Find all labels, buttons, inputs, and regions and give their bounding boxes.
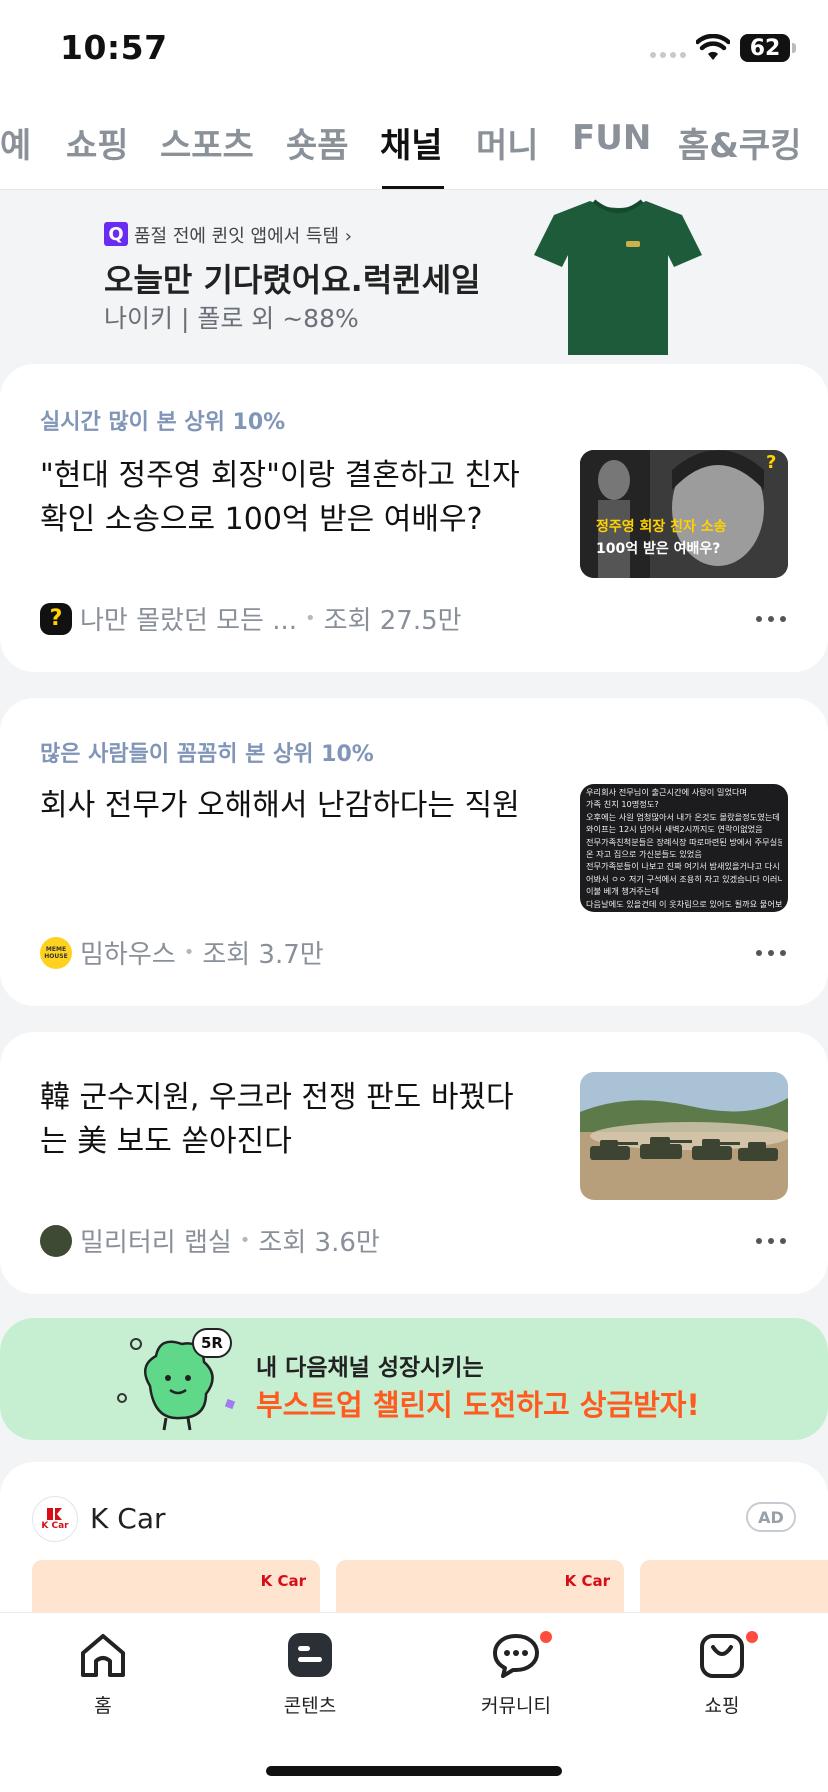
kcar-tile-logo: K Car: [564, 1572, 610, 1590]
nav-label: 홈: [94, 1695, 112, 1717]
tab-shortform[interactable]: 숏폼: [286, 118, 349, 167]
card-meta: ? 나만 몰랐던 모든 ... • 조회 27.5만: [40, 600, 462, 637]
channel-name[interactable]: 밈하우스: [80, 934, 176, 971]
home-icon: [81, 1634, 125, 1677]
battery-level: 62: [749, 35, 781, 61]
nav-label: 쇼핑: [704, 1695, 740, 1717]
card-thumbnail[interactable]: 우리회사 전무님이 출근시간에 사랑이 밀었다며 가족 친지 10명정도? 오후…: [580, 784, 788, 912]
channel-name[interactable]: 밀리터리 랩실: [80, 1222, 232, 1259]
more-options-icon[interactable]: [756, 616, 786, 622]
card-tag: 실시간 많이 본 상위 10%: [40, 410, 286, 435]
queenit-logo: Q: [104, 222, 128, 246]
view-count: 조회 3.7만: [202, 940, 324, 970]
thumbnail-tanks-image: [580, 1072, 788, 1200]
tab-partial-left[interactable]: 예: [0, 118, 31, 167]
separator-dot: •: [183, 942, 195, 963]
more-options-icon[interactable]: [756, 1238, 786, 1244]
view-count: 조회 27.5만: [323, 606, 462, 636]
card-title[interactable]: "현대 정주영 회장"이랑 결혼하고 친자 확인 소송으로 100억 받은 여배…: [40, 454, 540, 542]
tab-home-cooking[interactable]: 홈&쿠킹: [678, 118, 802, 167]
battery-icon: 62: [740, 34, 796, 62]
card-title[interactable]: 회사 전무가 오해해서 난감하다는 직원: [40, 784, 540, 828]
promo-line-1: 내 다음채널 성장시키는: [256, 1355, 484, 1381]
banner-title: 오늘만 기다렸어요.럭퀸세일: [104, 261, 481, 299]
thumbnail-text-screenshot: 우리회사 전무님이 출근시간에 사랑이 밀었다며 가족 친지 10명정도? 오후…: [586, 787, 782, 909]
card-title[interactable]: 韓 군수지원, 우크라 전쟁 판도 바꿨다는 美 보도 쏟아진다: [40, 1076, 540, 1164]
nav-label: 콘텐츠: [283, 1695, 337, 1717]
channel-name[interactable]: 나만 몰랐던 모든 ...: [80, 600, 297, 637]
feed-card[interactable]: 韓 군수지원, 우크라 전쟁 판도 바꿨다는 美 보도 쏟아진다 밀리터리 랩실…: [0, 1032, 828, 1294]
card-meta: MEME HOUSE 밈하우스 • 조회 3.7만: [40, 934, 324, 971]
thumbnail-caption: 정주영 회장 친자 소송: [596, 519, 727, 535]
nav-contents[interactable]: 콘텐츠: [250, 1627, 370, 1718]
thumbnail-question-mark: ?: [766, 452, 777, 473]
separator-dot: •: [305, 608, 316, 629]
kcar-logo-text: K Car: [41, 1521, 69, 1531]
tab-sports[interactable]: 스포츠: [160, 118, 254, 167]
shopping-bag-icon: [700, 1634, 744, 1678]
wifi-icon: [696, 34, 730, 60]
feed-card[interactable]: 많은 사람들이 꼼꼼히 본 상위 10% 회사 전무가 오해해서 난감하다는 직…: [0, 698, 828, 1006]
boostup-challenge-banner[interactable]: 5R 내 다음채널 성장시키는 부스트업 챌린지 도전하고 상금받자!: [0, 1318, 828, 1440]
promo-line-2: 부스트업 챌린지 도전하고 상금받자!: [256, 1388, 700, 1422]
banner-subtitle: 품절 전에 퀸잇 앱에서 득템 ›: [134, 226, 352, 247]
tab-fun[interactable]: FUN: [572, 118, 651, 158]
kcar-tile-logo: K Car: [260, 1572, 306, 1590]
kcar-mark-icon: [47, 1508, 62, 1520]
notification-dot: [746, 1631, 758, 1643]
notification-dot: [540, 1631, 552, 1643]
ad-badge: AD: [746, 1502, 796, 1532]
tab-money[interactable]: 머니: [476, 118, 539, 167]
category-tabs: 예 쇼핑 스포츠 숏폼 채널 머니 FUN 홈&쿠킹: [0, 100, 828, 190]
active-tab-indicator: [382, 186, 444, 189]
promo-banner[interactable]: Q 품절 전에 퀸잇 앱에서 득템 › 오늘만 기다렸어요.럭퀸세일 나이키 |…: [0, 191, 828, 371]
channel-avatar[interactable]: [40, 1224, 72, 1257]
feed-card[interactable]: 실시간 많이 본 상위 10% "현대 정주영 회장"이랑 결혼하고 친자 확인…: [0, 364, 828, 672]
home-indicator[interactable]: [266, 1766, 562, 1776]
contents-icon: [288, 1633, 332, 1677]
nav-community[interactable]: 커뮤니티: [456, 1627, 576, 1718]
cellular-signal-icon: [650, 52, 686, 58]
tab-channel[interactable]: 채널: [380, 118, 443, 167]
bottom-navigation: 홈 콘텐츠 커뮤니티 쇼핑: [0, 1612, 828, 1792]
nav-home[interactable]: 홈: [43, 1627, 163, 1718]
nav-label: 커뮤니티: [481, 1695, 551, 1717]
kcar-logo: K Car: [32, 1496, 78, 1542]
thumbnail-portrait-image: [580, 450, 788, 578]
separator-dot: •: [239, 1230, 251, 1251]
tab-shopping[interactable]: 쇼핑: [66, 118, 129, 167]
thumbnail-caption: 100억 받은 여배우?: [596, 541, 721, 557]
channel-avatar[interactable]: ?: [40, 602, 72, 635]
card-thumbnail[interactable]: [580, 1072, 788, 1200]
card-tag: 많은 사람들이 꼼꼼히 본 상위 10%: [40, 742, 374, 767]
banner-description: 나이키 | 폴로 외 ~88%: [104, 304, 359, 333]
status-bar: 10:57 62: [0, 0, 828, 100]
chat-bubble-icon: [493, 1634, 539, 1678]
channel-avatar[interactable]: MEME HOUSE: [40, 936, 72, 969]
advertiser-name[interactable]: K Car: [90, 1502, 165, 1535]
card-meta: 밀리터리 랩실 • 조회 3.6만: [40, 1222, 380, 1259]
more-options-icon[interactable]: [756, 950, 786, 956]
round-badge: 5R: [192, 1328, 232, 1358]
card-thumbnail[interactable]: 정주영 회장 친자 소송 100억 받은 여배우? ?: [580, 450, 788, 578]
view-count: 조회 3.6만: [258, 1228, 380, 1258]
nav-shopping[interactable]: 쇼핑: [662, 1627, 782, 1718]
tshirt-image: [534, 199, 702, 355]
status-time: 10:57: [60, 28, 168, 67]
